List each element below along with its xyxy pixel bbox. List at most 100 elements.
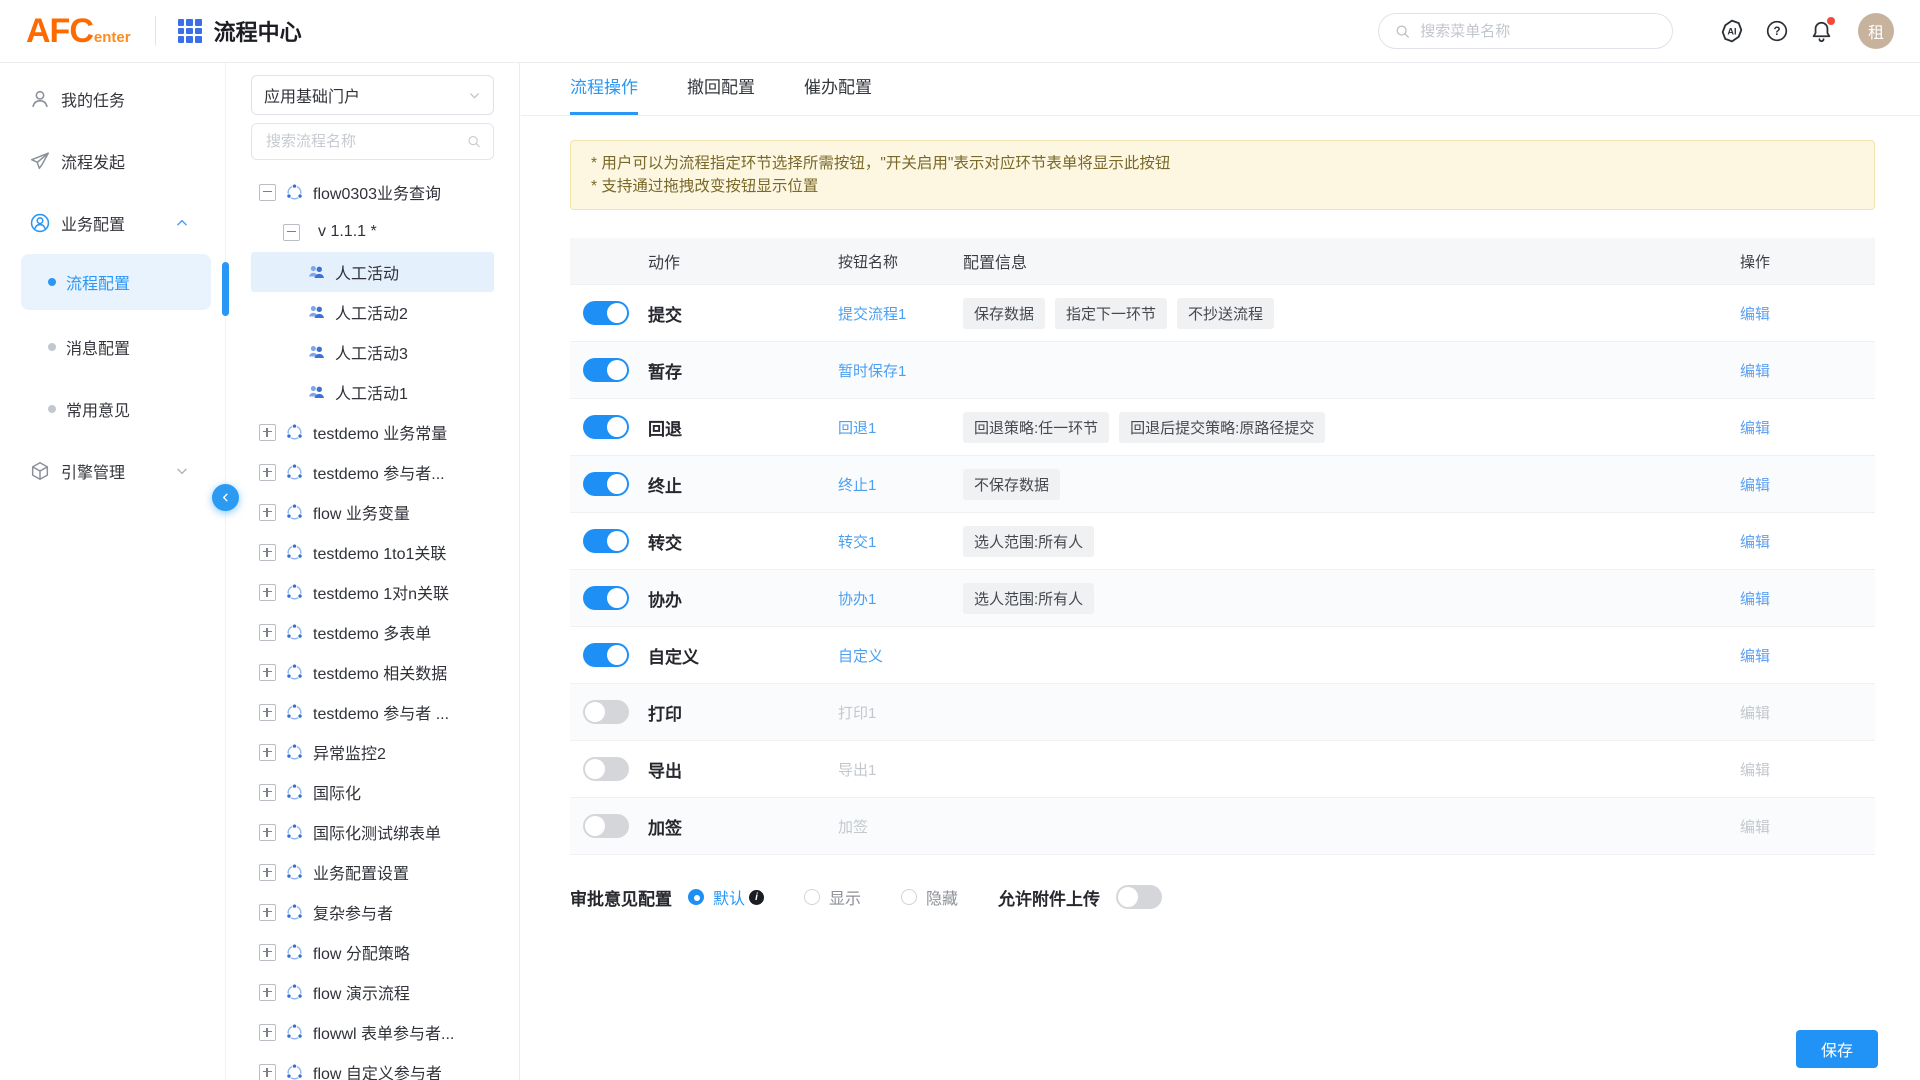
tree-node[interactable]: testdemo 1对n关联 (251, 572, 494, 612)
sidebar-collapse-button[interactable] (212, 484, 239, 511)
brand-logo[interactable]: AFC enter (26, 12, 131, 51)
apps-grid-icon[interactable] (178, 19, 202, 43)
edit-link[interactable]: 编辑 (1740, 591, 1770, 608)
edit-link[interactable]: 编辑 (1740, 648, 1770, 665)
tree-node[interactable]: testdemo 业务常量 (251, 412, 494, 452)
flow-search[interactable] (251, 123, 494, 160)
edit-link[interactable]: 编辑 (1740, 477, 1770, 494)
action-toggle[interactable] (583, 643, 629, 667)
tree-node[interactable]: testdemo 1to1关联 (251, 532, 494, 572)
expander-icon[interactable] (259, 424, 276, 441)
edit-link[interactable]: 编辑 (1740, 420, 1770, 437)
sidebar-item-common-opinions[interactable]: 常用意见 (0, 378, 225, 440)
approval-radio-option[interactable]: 默认 (688, 885, 764, 909)
tab-flow-operations[interactable]: 流程操作 (570, 73, 638, 115)
tree-node[interactable]: 复杂参与者 (251, 892, 494, 932)
bell-icon[interactable] (1809, 19, 1834, 44)
action-toggle[interactable] (583, 301, 629, 325)
button-name-link[interactable]: 转交1 (838, 534, 876, 551)
action-toggle[interactable] (583, 415, 629, 439)
edit-link[interactable]: 编辑 (1740, 534, 1770, 551)
expander-icon[interactable] (259, 184, 276, 201)
tree-node[interactable]: 异常监控2 (251, 732, 494, 772)
expander-icon[interactable] (259, 984, 276, 1001)
expander-icon[interactable] (259, 864, 276, 881)
tree-node[interactable]: flow 自定义参与者 (251, 1052, 494, 1080)
button-name-link[interactable]: 暂时保存1 (838, 363, 906, 380)
button-name-link[interactable]: 加签 (838, 819, 868, 836)
tree-node[interactable]: 人工活动3 (251, 332, 494, 372)
action-toggle[interactable] (583, 757, 629, 781)
tree-node[interactable]: testdemo 相关数据 (251, 652, 494, 692)
expander-icon[interactable] (259, 704, 276, 721)
edit-link[interactable]: 编辑 (1740, 819, 1770, 836)
button-name-link[interactable]: 导出1 (838, 762, 876, 779)
expander-icon[interactable] (259, 824, 276, 841)
action-toggle[interactable] (583, 529, 629, 553)
avatar[interactable]: 租 (1858, 13, 1894, 49)
tree-node[interactable]: flow 分配策略 (251, 932, 494, 972)
sidebar-item-engine-mgmt[interactable]: 引擎管理 (0, 440, 225, 502)
tree-node[interactable]: 国际化 (251, 772, 494, 812)
expander-icon[interactable] (283, 224, 300, 241)
button-name-link[interactable]: 自定义 (838, 648, 883, 665)
expander-icon[interactable] (259, 664, 276, 681)
button-name-link[interactable]: 打印1 (838, 705, 876, 722)
app-select-dropdown[interactable]: 应用基础门户 (251, 75, 494, 115)
action-toggle[interactable] (583, 586, 629, 610)
sidebar-item-biz-config[interactable]: 业务配置 (0, 192, 225, 254)
tree-node[interactable]: flow 演示流程 (251, 972, 494, 1012)
action-toggle[interactable] (583, 358, 629, 382)
expander-icon[interactable] (259, 1064, 276, 1080)
edit-link[interactable]: 编辑 (1740, 363, 1770, 380)
approval-radio-option[interactable]: 隐藏 (901, 885, 958, 909)
tree-node[interactable]: 业务配置设置 (251, 852, 494, 892)
tree-node[interactable]: testdemo 参与者 ... (251, 692, 494, 732)
tree-node[interactable]: flow0303业务查询 (251, 172, 494, 212)
edit-link[interactable]: 编辑 (1740, 306, 1770, 323)
tree-node[interactable]: 人工活动 (251, 252, 494, 292)
button-name-link[interactable]: 提交流程1 (838, 306, 906, 323)
tree-node[interactable]: v 1.1.1 * (251, 212, 494, 252)
tree-node[interactable]: testdemo 参与者... (251, 452, 494, 492)
edit-link[interactable]: 编辑 (1740, 762, 1770, 779)
button-name-link[interactable]: 回退1 (838, 420, 876, 437)
tree-node[interactable]: 人工活动1 (251, 372, 494, 412)
button-name-link[interactable]: 终止1 (838, 477, 876, 494)
edit-link[interactable]: 编辑 (1740, 705, 1770, 722)
ai-assistant-icon[interactable]: AI (1719, 18, 1745, 44)
global-search-input[interactable] (1418, 22, 1656, 41)
sidebar-item-flow-config[interactable]: 流程配置 (21, 254, 211, 310)
tab-withdraw-config[interactable]: 撤回配置 (687, 73, 755, 115)
expander-icon[interactable] (259, 784, 276, 801)
expander-icon[interactable] (259, 544, 276, 561)
tree-node[interactable]: flowwl 表单参与者... (251, 1012, 494, 1052)
tree-node[interactable]: flow 业务变量 (251, 492, 494, 532)
sidebar-item-my-tasks[interactable]: 我的任务 (0, 68, 225, 130)
action-toggle[interactable] (583, 814, 629, 838)
sidebar-item-message-config[interactable]: 消息配置 (0, 316, 225, 378)
expander-icon[interactable] (259, 944, 276, 961)
flow-search-input[interactable] (264, 132, 467, 151)
expander-icon[interactable] (259, 504, 276, 521)
button-name-link[interactable]: 协办1 (838, 591, 876, 608)
help-icon[interactable]: ? (1765, 19, 1789, 43)
action-toggle[interactable] (583, 472, 629, 496)
info-icon[interactable] (749, 890, 764, 905)
global-search[interactable] (1378, 13, 1673, 49)
sidebar-item-flow-start[interactable]: 流程发起 (0, 130, 225, 192)
tree-node[interactable]: testdemo 多表单 (251, 612, 494, 652)
tree-node[interactable]: 国际化测试绑表单 (251, 812, 494, 852)
expander-icon[interactable] (259, 584, 276, 601)
expander-icon[interactable] (259, 624, 276, 641)
tree-node[interactable]: 人工活动2 (251, 292, 494, 332)
expander-icon[interactable] (259, 744, 276, 761)
attachment-upload-toggle[interactable] (1116, 885, 1162, 909)
action-toggle[interactable] (583, 700, 629, 724)
approval-radio-option[interactable]: 显示 (804, 885, 861, 909)
expander-icon[interactable] (259, 1024, 276, 1041)
expander-icon[interactable] (259, 464, 276, 481)
save-button[interactable]: 保存 (1796, 1030, 1878, 1068)
tab-urge-config[interactable]: 催办配置 (804, 73, 872, 115)
expander-icon[interactable] (259, 904, 276, 921)
